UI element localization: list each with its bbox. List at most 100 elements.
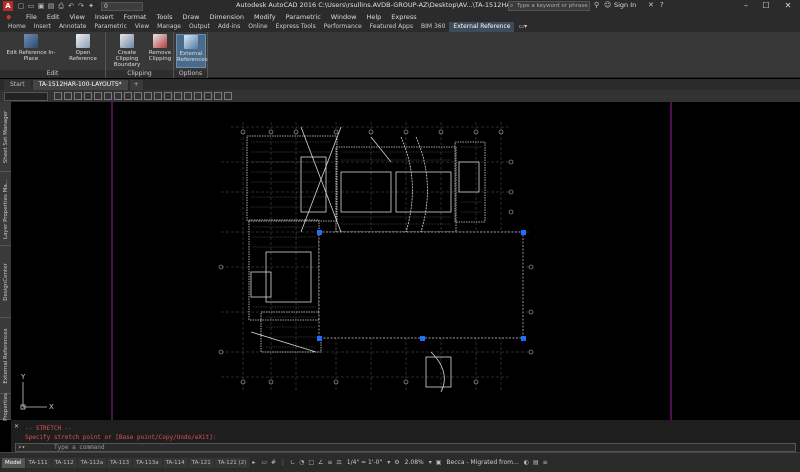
command-input[interactable]: ⌕▾ Type a command [15,443,796,452]
layout-tab-model[interactable]: Model [2,457,25,468]
customize-icon[interactable]: ≡ [543,459,548,466]
tab-online[interactable]: Online [244,22,271,32]
menu-modify[interactable]: Modify [254,13,276,21]
grip-bottom-left[interactable] [317,336,322,341]
autocad-logo[interactable]: A [3,1,13,11]
menu-insert[interactable]: Insert [95,13,114,21]
grip-bottom-right[interactable] [521,336,526,341]
palette-layer-properties[interactable]: Layer Properties Ma... [0,172,11,246]
layout-tab-ta-121[interactable]: TA-121 [188,457,214,468]
tab-insert[interactable]: Insert [30,22,55,32]
tab-home[interactable]: Home [4,22,30,32]
toolbar-icon-8[interactable] [124,92,132,100]
binoculars-icon[interactable]: ⚲ [594,1,599,9]
close-command-icon[interactable]: ✕ [14,423,19,430]
open-reference-button[interactable]: Open Reference [62,34,104,62]
layout-tab-ta-112a[interactable]: TA-112a [77,457,107,468]
palette-external-references[interactable]: External References [0,318,11,394]
palette-sheet-set-manager[interactable]: Sheet Set Manager [0,102,11,172]
tab-output[interactable]: Output [185,22,214,32]
ribbon-toggle-icon[interactable]: ▭▾ [514,22,531,32]
palette-properties[interactable]: Properties [0,393,11,420]
osnap-icon[interactable]: □ [308,459,314,466]
toolbar-icon-12[interactable] [164,92,172,100]
toolbar-icon-17[interactable] [214,92,222,100]
toolbar-icon-18[interactable] [224,92,232,100]
toolbar-icon-15[interactable] [194,92,202,100]
menu-format[interactable]: Format [124,13,147,21]
tab-parametric[interactable]: Parametric [90,22,131,32]
menu-draw[interactable]: Draw [183,13,200,21]
toolbar-icon-2[interactable] [64,92,72,100]
grid-icon[interactable]: # [271,459,276,466]
tab-express-tools[interactable]: Express Tools [272,22,320,32]
scale-dropdown-icon[interactable]: ▾ [387,459,390,466]
menu-view[interactable]: View [69,13,84,21]
tab-manage[interactable]: Manage [153,22,185,32]
toolbar-icon-13[interactable] [174,92,182,100]
minimize-button[interactable]: – [736,0,756,12]
tab-annotate[interactable]: Annotate [55,22,90,32]
tab-start[interactable]: Start [4,80,31,90]
layout-tab-ta-112[interactable]: TA-112 [51,457,77,468]
close-button[interactable]: ✕ [778,0,798,12]
ortho-icon[interactable]: ∟ [290,459,295,466]
tab-external-reference[interactable]: External Reference [449,22,515,32]
toolbar-icon-11[interactable] [154,92,162,100]
toolbar-icon-3[interactable] [74,92,82,100]
save-icon[interactable]: ▣ [37,2,45,10]
toolbar-icon-6[interactable] [104,92,112,100]
layer-dropdown[interactable] [4,91,48,101]
menu-logo-icon[interactable]: ◆ [6,13,11,21]
toolbar-icon-5[interactable] [94,92,102,100]
scale-value[interactable]: 1/4" = 1'-0" [347,459,382,466]
toolbar-icon-9[interactable] [134,92,142,100]
maximize-button[interactable]: ☐ [756,0,776,12]
tab-featured-apps[interactable]: Featured Apps [366,22,417,32]
more-layouts-icon[interactable]: ▸ [252,459,255,466]
palette-designcenter[interactable]: DesignCenter [0,246,11,318]
annotation-scale-icon[interactable]: ⚖ [336,459,341,466]
menu-dimension[interactable]: Dimension [209,13,244,21]
create-clipping-boundary-button[interactable]: Create Clipping Boundary [107,34,147,68]
menu-window[interactable]: Window [331,13,357,21]
grip-top-left[interactable] [317,230,322,235]
zoom-dropdown-icon[interactable]: ▾ [429,459,432,466]
menu-express[interactable]: Express [391,13,416,21]
open-icon[interactable]: ▭ [27,2,35,10]
new-icon[interactable]: ▢ [17,2,25,10]
lightbulb-icon[interactable]: ✦ [87,2,95,10]
grip-top-right[interactable] [521,230,526,235]
layout-tab-ta-113a[interactable]: TA-113a [133,457,162,468]
menu-edit[interactable]: Edit [47,13,60,21]
tab-view[interactable]: View [131,22,153,32]
edit-reference-in-place-button[interactable]: Edit Reference In-Place [2,34,60,62]
menu-parametric[interactable]: Parametric [286,13,321,21]
exchange-icon[interactable]: ✕ [648,1,654,9]
workspace-user-icon[interactable]: ▣ [436,459,442,466]
isolate-icon[interactable]: ◐ [524,459,529,466]
sign-in-button[interactable]: Sign In [614,1,636,9]
tab-performance[interactable]: Performance [320,22,366,32]
drawing-canvas[interactable]: Y X [11,102,800,420]
redo-icon[interactable]: ↷ [77,2,85,10]
snap-icon[interactable]: ⋮ [280,459,286,466]
paper-space-icon[interactable]: ▭ [261,459,267,466]
workspace-dropdown[interactable]: 0 [101,1,143,11]
plot-icon[interactable]: ⎙ [57,2,65,10]
remove-clipping-button[interactable]: Remove Clipping [148,34,172,62]
toolbar-icon-1[interactable] [54,92,62,100]
toolbar-icon-14[interactable] [184,92,192,100]
toolbar-icon-4[interactable] [84,92,92,100]
layout-tab-ta-114[interactable]: TA-114 [162,457,188,468]
zoom-icon[interactable]: ⚙ [394,459,399,466]
tab-bim-360[interactable]: BIM 360 [417,22,449,32]
layout-tab-ta-111[interactable]: TA-111 [25,457,51,468]
save-as-icon[interactable]: ▤ [47,2,55,10]
external-references-button[interactable]: External References [176,34,208,68]
layout-tab-ta-121-2[interactable]: TA-121 (2) [214,457,250,468]
layout-tab-ta-113[interactable]: TA-113 [107,457,133,468]
toolbar-icon-7[interactable] [114,92,122,100]
undo-icon[interactable]: ↶ [67,2,75,10]
user-icon[interactable]: ☺ [604,1,611,9]
